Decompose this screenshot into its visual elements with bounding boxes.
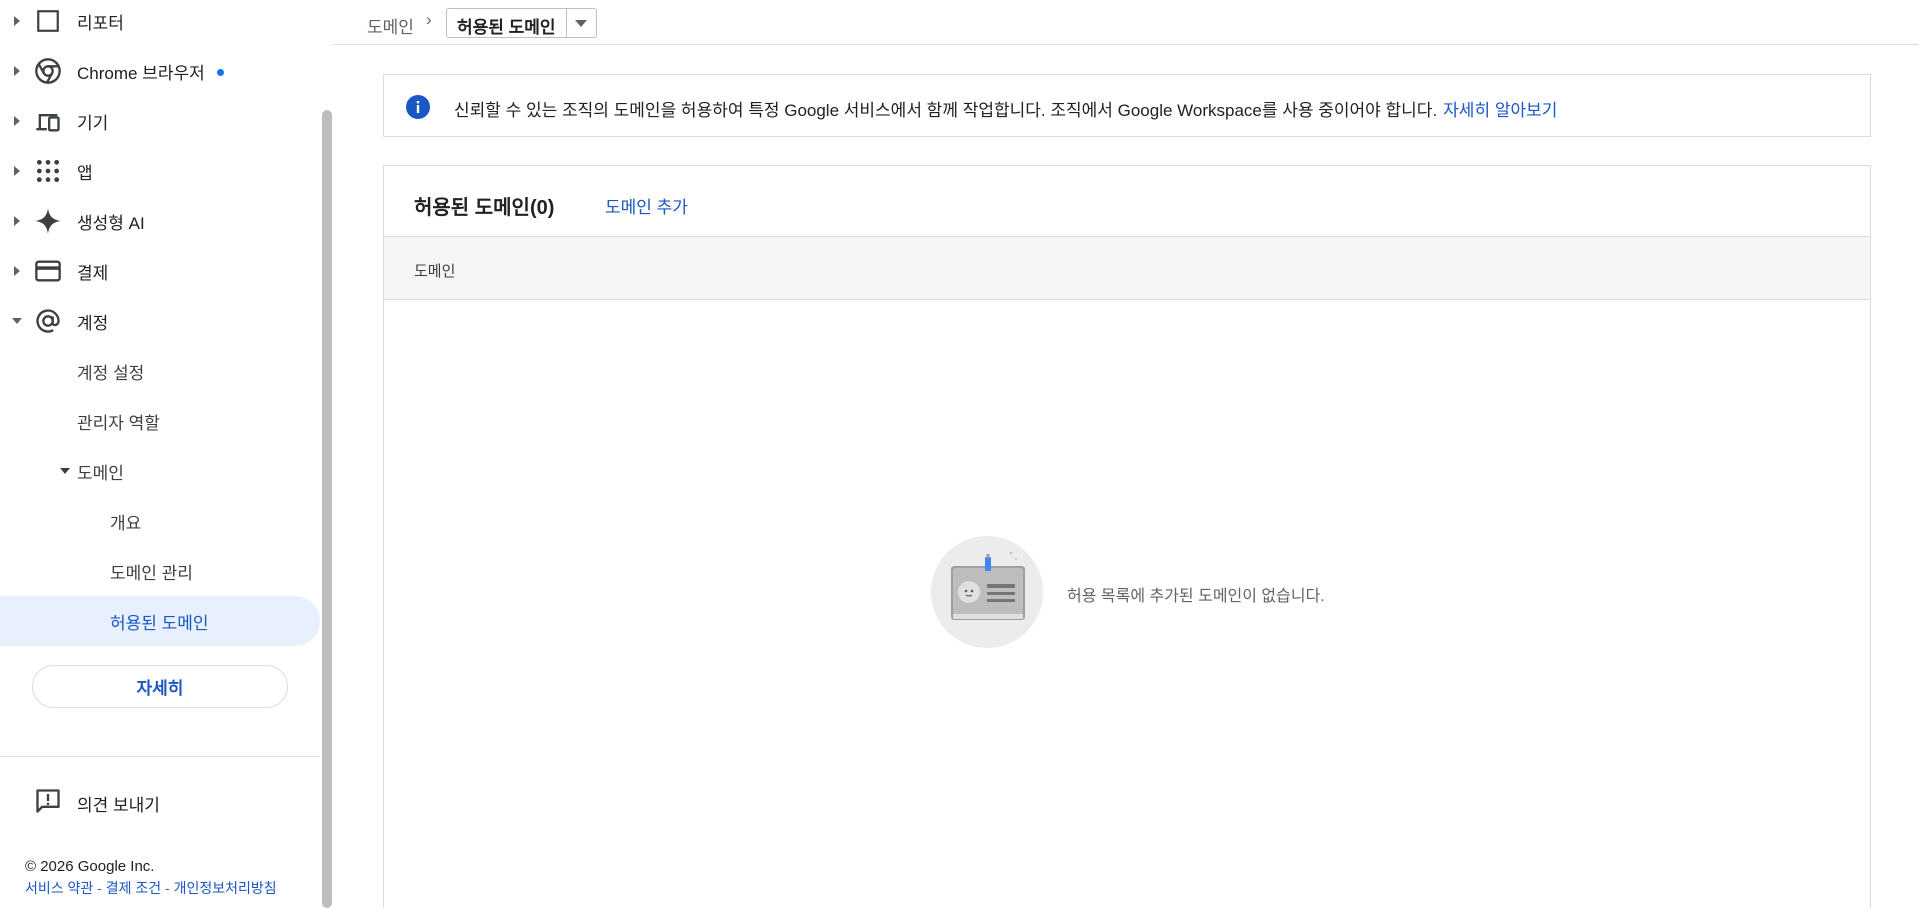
sidebar-item-label: 리포터: [77, 13, 124, 33]
sidebar-item-label: 계정 설정: [77, 363, 145, 383]
sidebar-item-label: Chrome 브라우저: [77, 63, 205, 83]
copyright: © 2026 Google Inc.: [25, 858, 155, 875]
caret-right-icon: [12, 116, 22, 126]
sidebar-item-label: 계정: [77, 313, 109, 333]
allowed-domains-card: 허용된 도메인(0) 도메인 추가 도메인 허용 목록에 추가된 도메인이 없습…: [383, 165, 1871, 908]
caret-right-icon: [12, 16, 22, 26]
sidebar-divider: [0, 756, 320, 757]
sidebar-item-label: 앱: [77, 163, 93, 183]
devices-icon: [32, 105, 64, 137]
sidebar-item-overview[interactable]: 개요: [0, 496, 320, 546]
sidebar-item-admin-roles[interactable]: 관리자 역할: [0, 396, 320, 446]
column-header-domain[interactable]: 도메인: [414, 260, 455, 281]
sidebar-item-label: 허용된 도메인: [110, 613, 209, 633]
empty-state-message: 허용 목록에 추가된 도메인이 없습니다.: [1067, 588, 1325, 605]
card-title: 허용된 도메인(0): [414, 197, 555, 219]
apps-grid-icon: [32, 155, 64, 187]
sidebar-item-generative-ai[interactable]: 생성형 AI: [0, 196, 320, 246]
dropdown-arrow-icon[interactable]: [565, 9, 596, 37]
sidebar-item-label: 도메인 관리: [110, 563, 193, 583]
caret-right-icon: [12, 66, 22, 76]
id-card-illustration-icon: [931, 536, 1043, 648]
sidebar-item-domains[interactable]: 도메인: [0, 446, 320, 496]
sidebar-scrollbar[interactable]: [322, 110, 332, 908]
page-select-dropdown[interactable]: 허용된 도메인: [446, 8, 597, 38]
chrome-icon: [32, 55, 64, 87]
caret-down-icon: [60, 466, 70, 476]
sidebar-item-allowed-domains[interactable]: 허용된 도메인: [0, 596, 320, 646]
sidebar-item-manage-domains[interactable]: 도메인 관리: [0, 546, 320, 596]
sidebar: 리포터 Chrome 브라우저 기기 앱 생성형 AI 결제 계정 계정 설정 …: [0, 0, 320, 908]
learn-more-link[interactable]: 자세히 알아보기: [1443, 101, 1557, 120]
chevron-right-icon: ›: [426, 10, 432, 29]
sidebar-item-label: 도메인: [77, 463, 124, 483]
caret-right-icon: [12, 266, 22, 276]
sidebar-item-chrome-browser[interactable]: Chrome 브라우저: [0, 46, 320, 96]
sidebar-item-devices[interactable]: 기기: [0, 96, 320, 146]
footer-links: 서비스 약관 - 결제 조건 - 개인정보처리방침: [25, 878, 277, 898]
report-icon: [32, 5, 64, 37]
info-icon: [406, 95, 430, 119]
send-feedback-button[interactable]: 의견 보내기: [0, 777, 320, 825]
sidebar-item-label: 결제: [77, 263, 109, 283]
at-sign-icon: [32, 305, 64, 337]
feedback-label: 의견 보내기: [77, 796, 160, 815]
breadcrumb: 도메인 › 허용된 도메인: [333, 0, 1919, 45]
credit-card-icon: [32, 255, 64, 287]
sidebar-item-label: 관리자 역할: [77, 413, 160, 433]
empty-state: 허용 목록에 추가된 도메인이 없습니다.: [931, 536, 1431, 648]
sidebar-item-reports[interactable]: 리포터: [0, 0, 320, 46]
more-button[interactable]: 자세히: [32, 665, 288, 708]
banner-text: 신뢰할 수 있는 조직의 도메인을 허용하여 특정 Google 서비스에서 함…: [454, 96, 1557, 121]
sidebar-item-account-settings[interactable]: 계정 설정: [0, 346, 320, 396]
footer-separator: -: [161, 880, 174, 896]
sidebar-item-apps[interactable]: 앱: [0, 146, 320, 196]
sidebar-item-label: 기기: [77, 113, 109, 133]
info-banner: 신뢰할 수 있는 조직의 도메인을 허용하여 특정 Google 서비스에서 함…: [383, 74, 1871, 137]
banner-message: 신뢰할 수 있는 조직의 도메인을 허용하여 특정 Google 서비스에서 함…: [454, 101, 1438, 120]
terms-of-service-link[interactable]: 서비스 약관: [25, 880, 93, 896]
add-domain-button[interactable]: 도메인 추가: [605, 193, 688, 218]
page-title: 허용된 도메인: [457, 18, 556, 37]
caret-right-icon: [12, 216, 22, 226]
caret-down-icon: [12, 316, 22, 326]
update-dot-icon: [216, 68, 224, 76]
sidebar-item-billing[interactable]: 결제: [0, 246, 320, 296]
breadcrumb-domains-link[interactable]: 도메인: [367, 13, 414, 38]
footer-separator: -: [93, 880, 106, 896]
sidebar-item-label: 생성형 AI: [77, 213, 145, 233]
table-header: 도메인: [384, 236, 1870, 300]
sidebar-item-label: 개요: [110, 513, 142, 533]
caret-right-icon: [12, 166, 22, 176]
sidebar-item-account[interactable]: 계정: [0, 296, 320, 346]
feedback-icon: [32, 785, 64, 817]
sparkle-icon: [32, 205, 64, 237]
privacy-policy-link[interactable]: 개인정보처리방침: [174, 880, 277, 896]
billing-terms-link[interactable]: 결제 조건: [106, 880, 161, 896]
